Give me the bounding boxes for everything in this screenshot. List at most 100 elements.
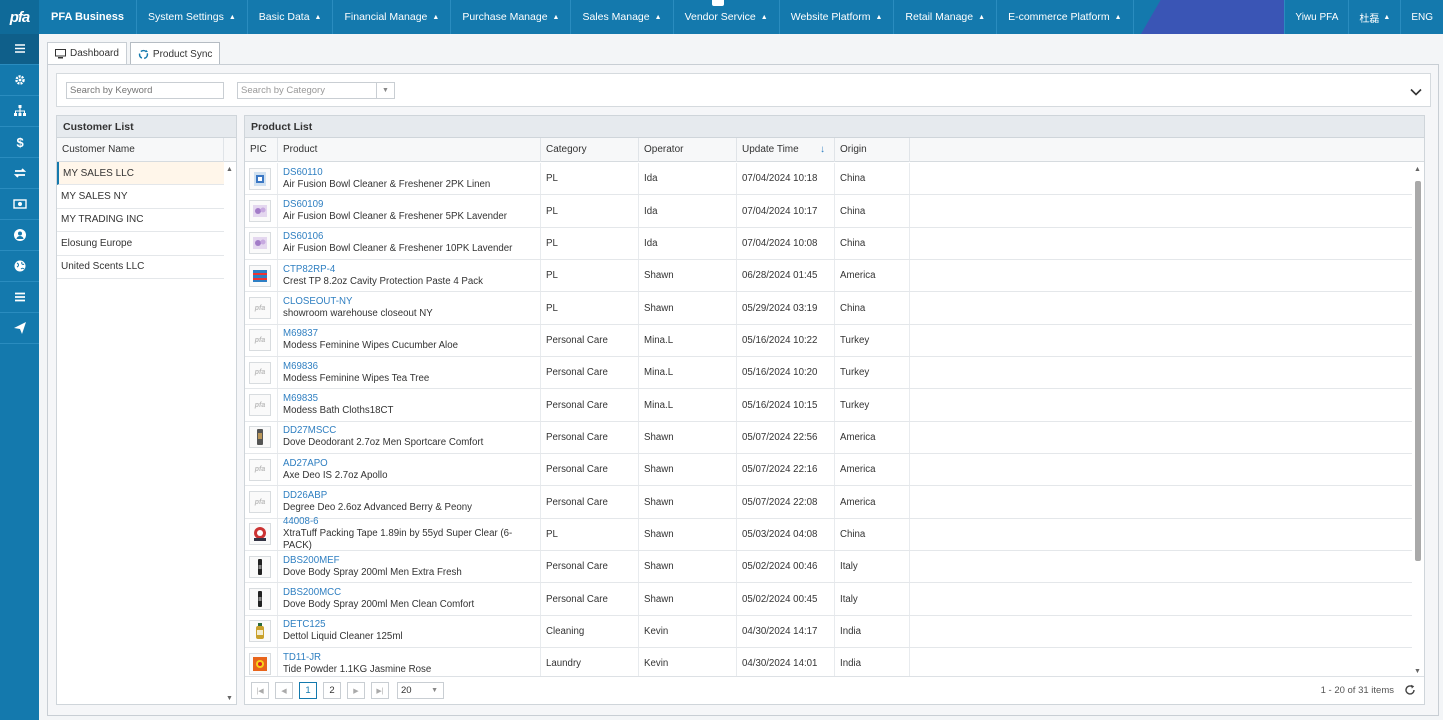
customer-row[interactable]: MY SALES LLC	[57, 162, 224, 186]
first-page-icon[interactable]: |◀	[251, 682, 269, 699]
category-select[interactable]: Search by Category ▼	[237, 82, 395, 99]
menu-item-retail-manage[interactable]: Retail Manage ▲	[894, 0, 998, 34]
menu-item-basic-data[interactable]: Basic Data ▲	[248, 0, 334, 34]
sidebar-item-gear[interactable]	[0, 65, 39, 96]
product-code-link[interactable]: TD11-JR	[283, 652, 321, 664]
product-image[interactable]	[249, 426, 271, 449]
product-code-link[interactable]: DD27MSCC	[283, 425, 336, 437]
user-dropdown[interactable]: 杜磊 ▲	[1348, 0, 1400, 34]
menu-item-purchase-manage[interactable]: Purchase Manage ▲	[451, 0, 572, 34]
col-product[interactable]: Product	[278, 137, 541, 162]
product-image[interactable]: pfa	[249, 297, 271, 320]
sidebar-item-user-circle[interactable]	[0, 220, 39, 251]
brand-name[interactable]: PFA Business	[39, 0, 137, 34]
scroll-up-icon[interactable]: ▲	[1414, 166, 1421, 173]
menu-item-sales-manage[interactable]: Sales Manage ▲	[571, 0, 674, 34]
next-page-icon[interactable]: ▶	[347, 682, 365, 699]
col-pic[interactable]: PIC	[245, 137, 278, 162]
product-image[interactable]	[249, 652, 271, 675]
sidebar-item-org-chart[interactable]	[0, 96, 39, 127]
page-1-button[interactable]: 1	[299, 682, 317, 699]
table-row[interactable]: pfa M69837 Modess Feminine Wipes Cucumber …	[245, 324, 1412, 358]
product-image[interactable]	[249, 264, 271, 287]
scroll-up-icon[interactable]: ▲	[226, 166, 233, 173]
table-row[interactable]: DS60110 Air Fusion Bowl Cleaner & Freshen…	[245, 163, 1412, 196]
sidebar-item-cash[interactable]	[0, 189, 39, 220]
scroll-thumb[interactable]	[1415, 181, 1421, 561]
table-row[interactable]: pfa M69835 Modess Bath Cloths18CT Personal …	[245, 389, 1412, 422]
product-code-link[interactable]: DS60106	[283, 231, 323, 243]
table-row[interactable]: pfa CLOSEOUT-NY showroom warehouse closeou…	[245, 292, 1412, 325]
menu-item-website-platform[interactable]: Website Platform ▲	[780, 0, 895, 34]
page-2-button[interactable]: 2	[323, 682, 341, 699]
keyword-search-input[interactable]	[66, 82, 224, 99]
product-image[interactable]: pfa	[249, 329, 271, 352]
product-image[interactable]	[249, 200, 271, 223]
customer-row[interactable]: United Scents LLC	[57, 256, 224, 279]
table-row[interactable]: CTP82RP-4 Crest TP 8.2oz Cavity Protectio…	[245, 260, 1412, 293]
sidebar-item-send[interactable]	[0, 313, 39, 344]
menu-item-financial-manage[interactable]: Financial Manage ▲	[333, 0, 452, 34]
table-row[interactable]: pfa DD26ABP Degree Deo 2.6oz Advanced Berr…	[245, 486, 1412, 519]
product-code-link[interactable]: DS60109	[283, 199, 323, 211]
table-row[interactable]: DBS200MEF Dove Body Spray 200ml Men Extra…	[245, 551, 1412, 584]
product-image[interactable]	[249, 523, 271, 546]
table-row[interactable]: TD11-JR Tide Powder 1.1KG Jasmine Rose Lau…	[245, 648, 1412, 677]
menu-item-system-settings[interactable]: System Settings ▲	[137, 0, 248, 34]
sort-desc-icon[interactable]: ↓	[820, 144, 825, 155]
product-image[interactable]	[249, 555, 271, 578]
customer-name-column[interactable]: Customer Name	[57, 137, 224, 162]
expand-chevron-icon[interactable]	[1410, 87, 1422, 97]
product-code-link[interactable]: DS60110	[283, 167, 323, 179]
table-row[interactable]: pfa AD27APO Axe Deo IS 2.7oz Apollo Persona…	[245, 454, 1412, 487]
product-image[interactable]: pfa	[249, 394, 271, 417]
product-image[interactable]: pfa	[249, 361, 271, 384]
customer-row[interactable]: MY SALES NY	[57, 185, 224, 209]
last-page-icon[interactable]: ▶|	[371, 682, 389, 699]
col-operator[interactable]: Operator	[639, 137, 737, 162]
product-code-link[interactable]: 44008-6	[283, 516, 319, 528]
table-row[interactable]: DETC125 Dettol Liquid Cleaner 125ml Cleani…	[245, 615, 1412, 649]
product-code-link[interactable]: CTP82RP-4	[283, 264, 335, 276]
product-image[interactable]: pfa	[249, 458, 271, 481]
product-code-link[interactable]: CLOSEOUT-NY	[283, 296, 352, 308]
table-row[interactable]: DS60106 Air Fusion Bowl Cleaner & Freshen…	[245, 227, 1412, 261]
product-code-link[interactable]: DBS200MCC	[283, 587, 341, 599]
product-code-link[interactable]: M69836	[283, 361, 318, 373]
scroll-down-icon[interactable]: ▼	[1414, 668, 1421, 675]
sidebar-item-dollar[interactable]: $	[0, 127, 39, 158]
product-image[interactable]	[249, 620, 271, 643]
product-code-link[interactable]: M69837	[283, 328, 318, 340]
chevron-down-icon[interactable]: ▼	[376, 83, 394, 98]
menu-item-e-commerce-platform[interactable]: E-commerce Platform ▲	[997, 0, 1134, 34]
refresh-icon[interactable]	[1404, 684, 1416, 696]
col-category[interactable]: Category	[541, 137, 639, 162]
col-update-time[interactable]: Update Time ↓	[737, 137, 835, 162]
col-origin[interactable]: Origin	[835, 137, 910, 162]
product-image[interactable]	[249, 588, 271, 611]
product-code-link[interactable]: DETC125	[283, 619, 326, 631]
pfa-logo[interactable]: pfa	[0, 0, 39, 34]
tab-product-sync[interactable]: Product Sync	[129, 42, 221, 65]
table-row[interactable]: 44008-6 XtraTuff Packing Tape 1.89in by 5…	[245, 516, 1412, 551]
product-code-link[interactable]: DD26ABP	[283, 490, 327, 502]
product-image[interactable]	[249, 167, 271, 190]
table-row[interactable]: DD27MSCC Dove Deodorant 2.7oz Men Sportca…	[245, 421, 1412, 455]
product-code-link[interactable]: AD27APO	[283, 458, 328, 470]
sidebar-item-sync[interactable]	[0, 158, 39, 189]
product-image[interactable]	[249, 232, 271, 255]
product-code-link[interactable]: M69835	[283, 393, 318, 405]
customer-row[interactable]: MY TRADING INC	[57, 209, 224, 233]
sidebar-item-list[interactable]	[0, 34, 39, 65]
table-row[interactable]: DS60109 Air Fusion Bowl Cleaner & Freshen…	[245, 195, 1412, 228]
page-size-select[interactable]: 20 ▼	[397, 682, 444, 699]
product-image[interactable]: pfa	[249, 491, 271, 514]
table-row[interactable]: DBS200MCC Dove Body Spray 200ml Men Clean…	[245, 583, 1412, 616]
menu-item-vendor-service[interactable]: Vendor Service ▲	[674, 0, 780, 34]
product-code-link[interactable]: DBS200MEF	[283, 555, 340, 567]
sidebar-item-menu[interactable]	[0, 282, 39, 313]
table-row[interactable]: pfa M69836 Modess Feminine Wipes Tea Tree P…	[245, 357, 1412, 390]
customer-row[interactable]: Elosung Europe	[57, 232, 224, 256]
language-switch[interactable]: ENG	[1400, 0, 1443, 34]
company-name[interactable]: Yiwu PFA	[1284, 0, 1348, 34]
